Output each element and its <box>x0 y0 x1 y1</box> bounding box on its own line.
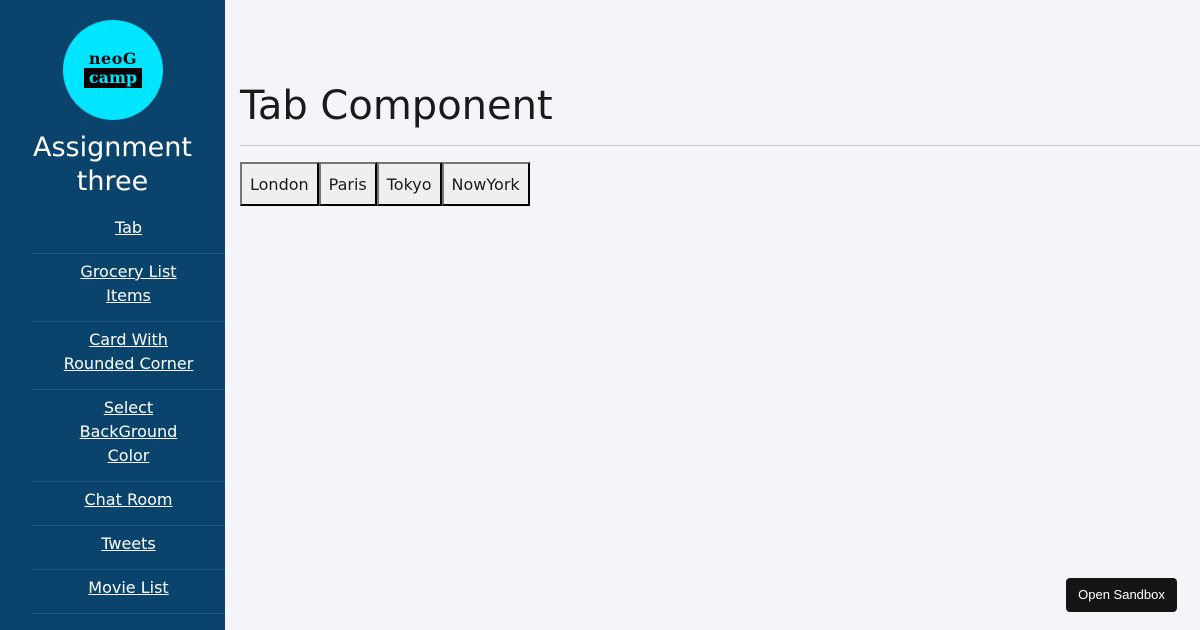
tab-paris[interactable]: Paris <box>318 162 377 206</box>
sidebar-item-grocery-list: Grocery List Items <box>32 254 225 322</box>
title-divider <box>240 145 1200 146</box>
tab-newyork[interactable]: NowYork <box>441 162 530 206</box>
sidebar-item-select-background-color: Select BackGround Color <box>32 390 225 482</box>
open-sandbox-button[interactable]: Open Sandbox <box>1066 578 1177 612</box>
sidebar-link-select-background-color[interactable]: Select BackGround Color <box>64 396 194 468</box>
sidebar-item-card-rounded-corner: Card With Rounded Corner <box>32 322 225 390</box>
sidebar-link-tweets[interactable]: Tweets <box>101 532 156 556</box>
sidebar-link-movie-list[interactable]: Movie List <box>88 576 168 600</box>
logo-text-camp: camp <box>84 68 142 88</box>
sidebar-title: Assignment three <box>33 132 192 197</box>
sidebar-item-tweets: Tweets <box>32 526 225 570</box>
sidebar-item-tab: Tab <box>32 210 225 254</box>
sidebar: neoG camp Assignment three Tab Grocery L… <box>0 0 225 630</box>
sidebar-item-movie-list: Movie List <box>32 570 225 614</box>
sidebar-link-grocery-list[interactable]: Grocery List Items <box>64 260 194 308</box>
tab-london[interactable]: London <box>240 162 319 206</box>
sidebar-link-tab[interactable]: Tab <box>115 216 142 240</box>
sidebar-nav: Tab Grocery List Items Card With Rounded… <box>32 210 225 614</box>
sidebar-item-chat-room: Chat Room <box>32 482 225 526</box>
tab-bar: London Paris Tokyo NowYork <box>240 162 530 206</box>
logo-text-neog: neoG <box>88 49 138 68</box>
sidebar-link-card-rounded-corner[interactable]: Card With Rounded Corner <box>64 328 194 376</box>
main-content: Tab Component London Paris Tokyo NowYork <box>225 0 1200 630</box>
page-title: Tab Component <box>240 83 553 129</box>
sidebar-link-chat-room[interactable]: Chat Room <box>84 488 172 512</box>
tab-tokyo[interactable]: Tokyo <box>376 162 442 206</box>
neogcamp-logo: neoG camp <box>63 20 163 120</box>
